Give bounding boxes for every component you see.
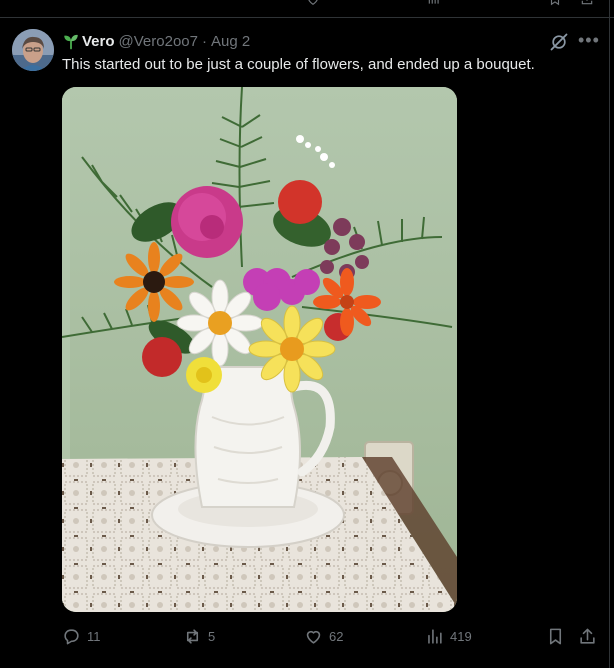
reply-icon xyxy=(64,628,79,644)
bookmark-button[interactable] xyxy=(546,624,565,648)
repost-button[interactable]: 5 xyxy=(183,624,215,648)
views-icon xyxy=(428,628,442,644)
previous-post-actions xyxy=(0,0,614,18)
reply-button[interactable]: 11 xyxy=(62,624,101,648)
repost-count: 5 xyxy=(208,628,216,644)
heart-icon xyxy=(306,630,321,644)
views-count: 419 xyxy=(450,628,472,644)
previous-views-icon[interactable] xyxy=(427,0,441,6)
separator: · xyxy=(201,32,207,50)
flowers-bouquet-image xyxy=(62,87,457,612)
grok-icon[interactable] xyxy=(549,32,569,52)
handle[interactable]: @Vero2oo7 xyxy=(119,33,198,50)
previous-share-icon[interactable] xyxy=(580,0,594,6)
bookmark-icon xyxy=(549,628,562,644)
share-button[interactable] xyxy=(578,624,597,648)
repost-icon xyxy=(186,628,199,644)
share-icon xyxy=(580,628,595,644)
post-date[interactable]: Aug 2 xyxy=(211,33,250,50)
avatar-image xyxy=(12,29,54,71)
previous-like-icon[interactable] xyxy=(306,0,320,6)
more-options-icon[interactable]: ••• xyxy=(578,30,599,50)
reply-count: 11 xyxy=(87,628,101,644)
sprout-icon xyxy=(64,34,78,50)
post-text: This started out to be just a couple of … xyxy=(62,56,535,73)
post-photo[interactable] xyxy=(62,87,457,612)
views-button[interactable]: 419 xyxy=(425,624,472,648)
like-count: 62 xyxy=(329,628,344,644)
previous-bookmark-icon[interactable] xyxy=(548,0,562,6)
post-actions: 11 5 62 419 xyxy=(62,624,602,648)
post-divider xyxy=(0,17,614,18)
avatar[interactable] xyxy=(12,29,54,71)
post-header: Vero @Vero2oo7 · Aug 2 xyxy=(62,31,250,51)
like-button[interactable]: 62 xyxy=(304,624,343,648)
display-name[interactable]: Vero xyxy=(82,33,115,50)
timeline-border xyxy=(609,0,610,668)
